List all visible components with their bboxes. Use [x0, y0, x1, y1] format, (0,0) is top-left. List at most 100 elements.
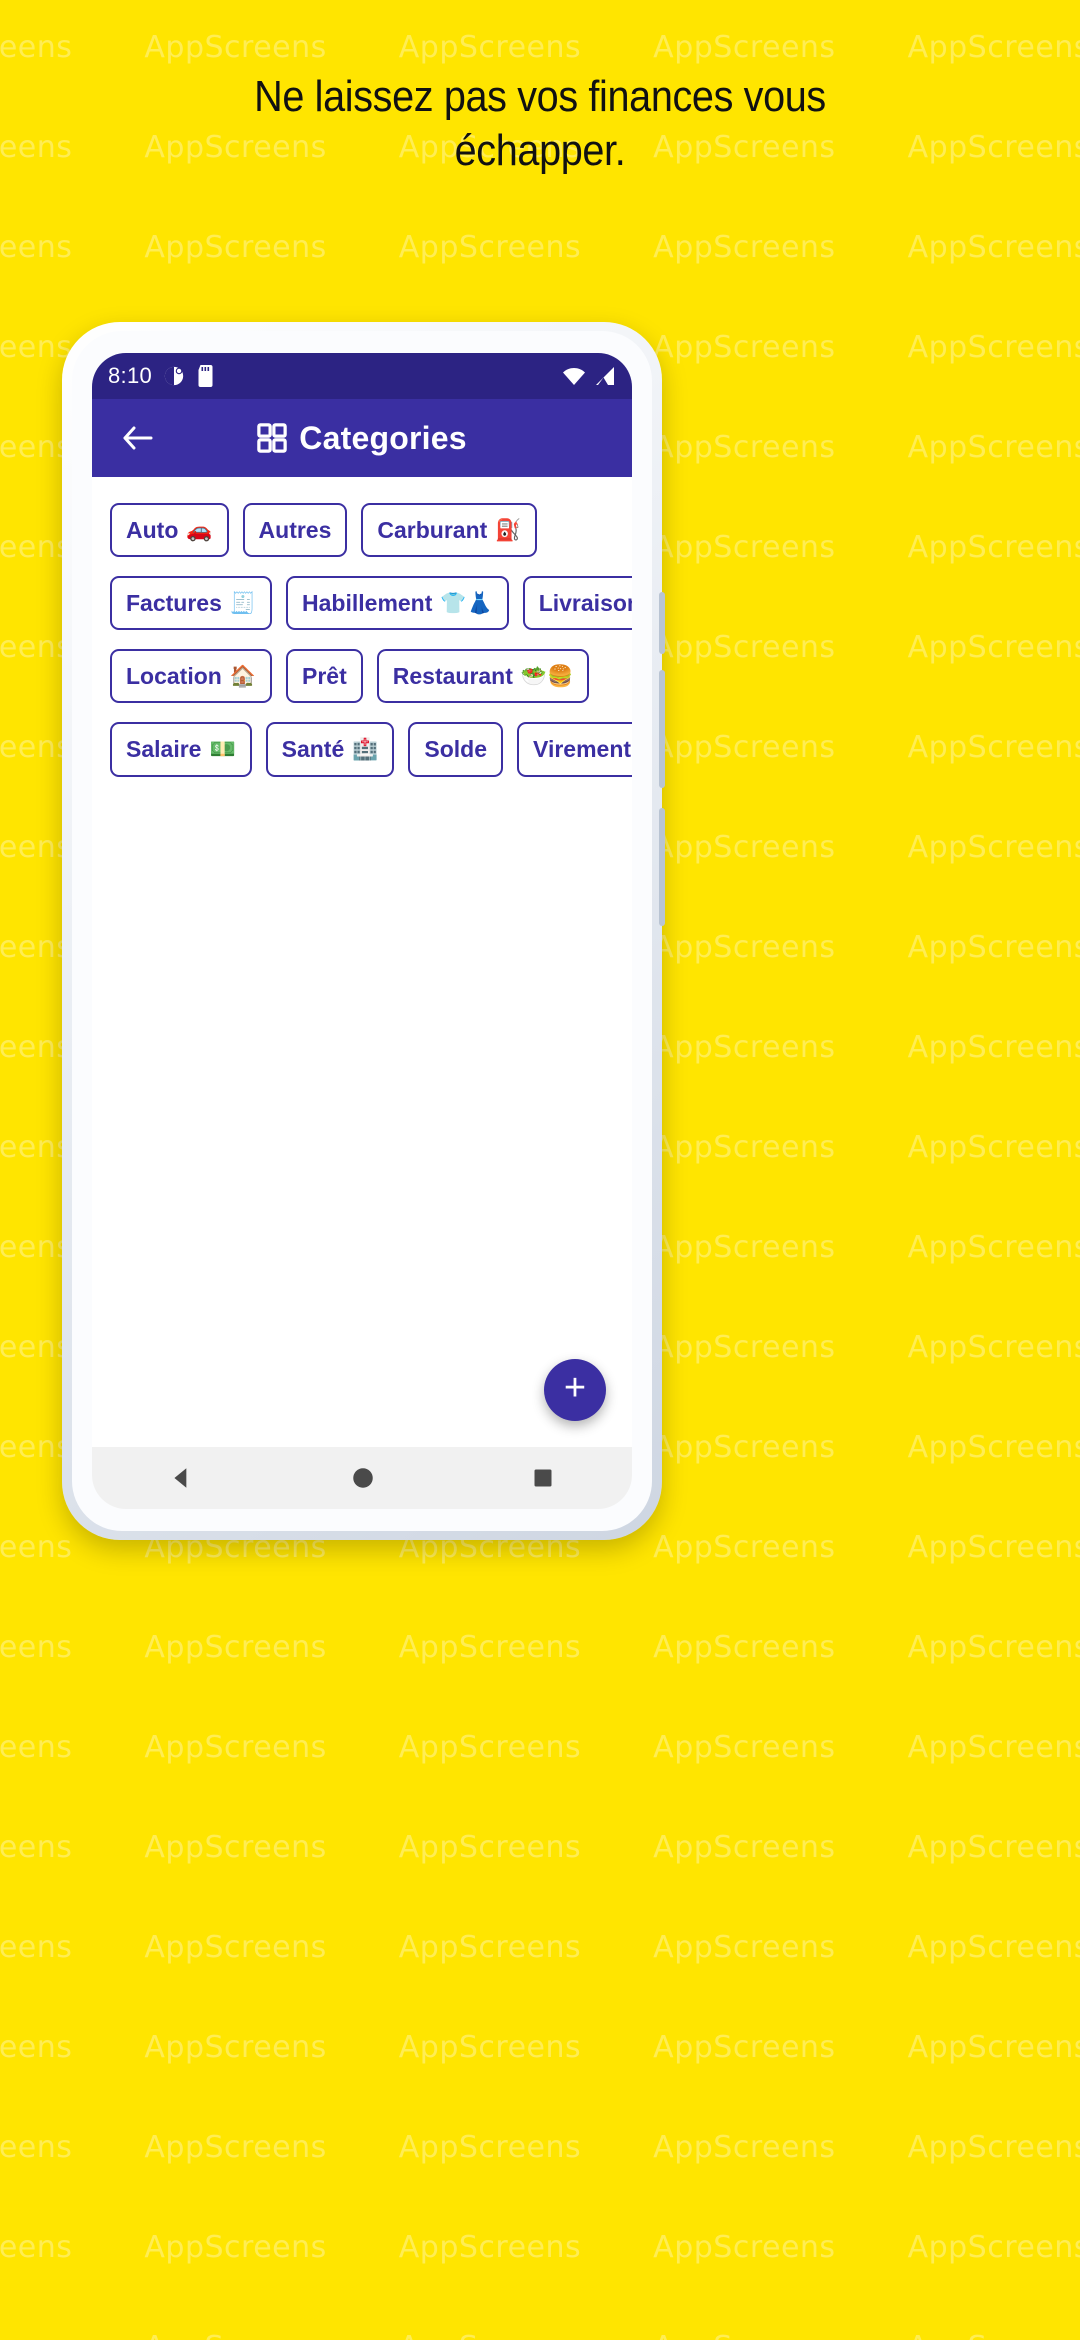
phone-side-button-power	[659, 808, 665, 926]
category-chip[interactable]: Carburant ⛽	[361, 503, 538, 558]
watermark-text: AppScreens	[653, 1630, 836, 1665]
arrow-left-icon	[123, 426, 153, 450]
category-chip[interactable]: Auto 🚗	[110, 503, 229, 558]
watermark-text: AppScreens	[0, 1730, 73, 1765]
watermark-text: AppScreens	[653, 530, 836, 565]
category-chip-emoji: ⛽	[495, 517, 522, 542]
watermark-text: AppScreens	[907, 1930, 1080, 1965]
watermark-text: AppScreens	[653, 730, 836, 765]
back-button[interactable]	[114, 414, 162, 462]
nav-back-button[interactable]	[169, 1465, 195, 1491]
watermark-text: AppScreens	[653, 1530, 836, 1565]
watermark-text: AppScreens	[907, 830, 1080, 865]
category-chip[interactable]: Habillement 👕👗	[286, 576, 509, 631]
category-chip-row: Factures 🧾 Habillement 👕👗 Livraison	[110, 576, 632, 631]
category-chip[interactable]: Autres	[242, 503, 348, 558]
app-bar: Categories	[92, 399, 632, 477]
watermark-row: AppScreens AppScreens AppScreens AppScreens…	[0, 30, 1080, 65]
category-chip-emoji: 🥗🍔	[520, 663, 574, 688]
app-bar-title: Categories	[299, 419, 467, 456]
watermark-text: AppScreens	[653, 1330, 836, 1365]
status-bar-clock: 8:10	[108, 363, 153, 388]
app-bar-center: Categories	[92, 399, 632, 477]
category-chip-emoji: 🏠	[229, 663, 256, 688]
watermark-text: AppScreens	[907, 1330, 1080, 1365]
category-chip[interactable]: Salaire 💵	[110, 722, 252, 777]
category-chip-label: Factures	[126, 590, 222, 617]
wifi-icon	[562, 366, 586, 386]
category-chip-label: Carburant	[377, 517, 488, 543]
add-category-fab[interactable]: +	[544, 1359, 606, 1421]
status-bar: 8:10	[92, 353, 632, 399]
watermark-text: AppScreens	[653, 830, 836, 865]
watermark-row: AppScreens AppScreens AppScreens AppScreens…	[0, 1930, 1080, 1965]
watermark-text: AppScreens	[908, 2330, 1080, 2340]
sd-card-icon	[196, 365, 215, 387]
category-chip-emoji: 🧾	[229, 590, 257, 615]
watermark-text: AppScreens	[398, 2030, 582, 2065]
clock-icon	[163, 365, 185, 387]
categories-content: Auto 🚗 Autres Carburant ⛽ Factures 🧾 Habillemen…	[92, 477, 632, 1447]
grid-icon	[257, 423, 288, 453]
category-chip[interactable]: Location 🏠	[110, 649, 272, 704]
watermark-text: AppScreens	[907, 530, 1080, 565]
category-chip-row: Salaire 💵 Santé 🏥 Solde Virement	[110, 722, 632, 777]
watermark-text: AppScreens	[907, 630, 1080, 665]
phone-inner-frame: 8:10 Categories Auto 🚗 Autres Carburant …	[72, 331, 652, 1531]
watermark-text: AppScreens	[0, 1830, 73, 1865]
watermark-text: AppScreens	[398, 230, 582, 265]
signal-icon	[594, 366, 616, 386]
category-chip-row: Location 🏠 Prêt Restaurant 🥗🍔	[110, 649, 614, 704]
watermark-text: AppScreens	[653, 1930, 836, 1965]
watermark-row: AppScreens AppScreens AppScreens AppScreens…	[0, 2330, 1080, 2340]
watermark-text: AppScreens	[907, 2030, 1080, 2065]
category-chip[interactable]: Factures 🧾	[110, 576, 273, 631]
category-chip[interactable]: Virement	[517, 722, 632, 777]
watermark-text: AppScreens	[653, 2230, 836, 2265]
watermark-text: AppScreens	[907, 1630, 1080, 1665]
category-chip-emoji: 💵	[209, 736, 236, 761]
category-chip-emoji: 🏥	[352, 736, 379, 761]
watermark-text: AppScreens	[907, 1430, 1080, 1465]
watermark-text: AppScreens	[907, 1830, 1080, 1865]
watermark-text: AppScreens	[144, 1930, 327, 1965]
watermark-text: AppScreens	[653, 1030, 836, 1065]
watermark-text: AppScreens	[398, 30, 582, 65]
category-chip-label: Solde	[424, 736, 488, 763]
watermark-text: AppScreens	[144, 1630, 327, 1665]
watermark-text: AppScreens	[653, 230, 836, 265]
category-chip-label: Livraison	[538, 590, 632, 617]
category-chip[interactable]: Livraison	[522, 576, 632, 631]
watermark-text: AppScreens	[907, 2130, 1080, 2165]
watermark-text: AppScreens	[653, 330, 836, 365]
watermark-text: AppScreens	[653, 1830, 836, 1865]
watermark-text: AppScreens	[399, 2330, 581, 2340]
nav-home-button[interactable]	[350, 1465, 376, 1491]
watermark-text: AppScreens	[653, 30, 836, 65]
android-nav-bar	[92, 1447, 632, 1509]
category-chip-label: Location	[126, 663, 222, 690]
watermark-text: AppScreens	[0, 2130, 73, 2165]
watermark-text: AppScreens	[653, 2130, 836, 2165]
watermark-text: AppScreens	[144, 2130, 327, 2165]
watermark-text: AppScreens	[398, 1730, 582, 1765]
watermark-text: AppScreens	[907, 2230, 1080, 2265]
watermark-text: AppScreens	[0, 230, 73, 265]
category-chip[interactable]: Santé 🏥	[265, 722, 395, 777]
phone-screen: 8:10 Categories Auto 🚗 Autres Carburant …	[92, 353, 632, 1509]
watermark-row: AppScreens AppScreens AppScreens AppScreens…	[0, 230, 1080, 265]
category-chip[interactable]: Solde	[408, 722, 504, 777]
phone-side-button-volume-up	[659, 592, 665, 654]
watermark-text: AppScreens	[907, 1030, 1080, 1065]
watermark-text: AppScreens	[653, 1430, 836, 1465]
category-chip-row: Auto 🚗 Autres Carburant ⛽	[110, 503, 614, 558]
watermark-text: AppScreens	[907, 1230, 1080, 1265]
watermark-text: AppScreens	[0, 2030, 73, 2065]
category-chip-label: Virement	[533, 736, 632, 763]
watermark-text: AppScreens	[398, 1830, 582, 1865]
plus-icon: +	[563, 1367, 587, 1409]
nav-recents-button[interactable]	[531, 1466, 555, 1490]
status-bar-right	[562, 366, 616, 386]
category-chip[interactable]: Restaurant 🥗🍔	[376, 649, 590, 704]
category-chip[interactable]: Prêt	[286, 649, 363, 704]
